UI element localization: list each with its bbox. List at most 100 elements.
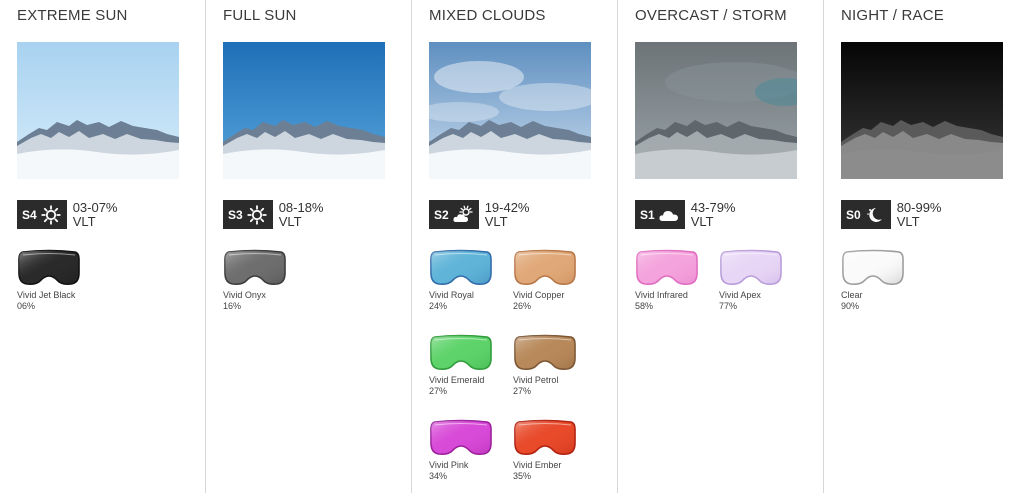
lens-vlt: 27% <box>429 386 448 396</box>
lens-image[interactable] <box>841 249 925 287</box>
lens-vlt: 06% <box>17 301 36 311</box>
category-title: MIXED CLOUDS <box>429 7 546 24</box>
lens-name[interactable]: Vivid Onyx <box>223 290 307 301</box>
lens-image[interactable] <box>429 249 513 287</box>
lens-item[interactable]: Vivid Petrol 27% <box>513 334 597 397</box>
lens-vlt: 27% <box>513 386 532 396</box>
lens-item[interactable]: Vivid Onyx 16% <box>223 249 307 312</box>
category-column: FULL SUN S3 08-18% VLT Vivid Onyx 16% <box>206 0 412 493</box>
lens-item[interactable]: Vivid Jet Black 06% <box>17 249 101 312</box>
category-code: S3 <box>228 207 243 222</box>
scene-image <box>635 42 797 179</box>
lens-image[interactable] <box>17 249 101 287</box>
category-rating: S0 80-99% VLT <box>841 200 1024 229</box>
lens-name[interactable]: Clear <box>841 290 925 301</box>
lens-image[interactable] <box>513 419 597 457</box>
lens-name[interactable]: Vivid Petrol <box>513 375 597 386</box>
category-code: S4 <box>22 207 37 222</box>
lens-list: Vivid Royal 24% Vivid Copper 26% Vivid Emera… <box>429 249 617 482</box>
category-column: EXTREME SUN S4 03-07% VLT Vivid Jet Black 06% <box>0 0 206 493</box>
lens-chart: EXTREME SUN S4 03-07% VLT Vivid Jet Black 06%… <box>0 0 1024 493</box>
lens-list: Vivid Onyx 16% <box>223 249 411 312</box>
lens-image[interactable] <box>513 249 597 287</box>
vlt-label: VLT <box>72 213 96 229</box>
category-column: OVERCAST / STORM S1 43-79% VLT Vivid Infrare… <box>618 0 824 493</box>
vlt-text: 80-99% VLT <box>896 199 942 229</box>
lens-vlt: 58% <box>635 301 654 311</box>
lens-name[interactable]: Vivid Royal <box>429 290 513 301</box>
lens-name[interactable]: Vivid Emerald <box>429 375 513 386</box>
lens-item[interactable]: Vivid Copper 26% <box>513 249 597 312</box>
vlt-range: 80-99% <box>896 199 942 215</box>
lens-item[interactable]: Vivid Emerald 27% <box>429 334 513 397</box>
lens-vlt: 16% <box>223 301 242 311</box>
category-rating: S1 43-79% VLT <box>635 200 823 229</box>
vlt-text: 08-18% VLT <box>278 199 324 229</box>
vlt-label: VLT <box>278 213 302 229</box>
category-column: NIGHT / RACE S0 80-99% VLT Clear 90% <box>824 0 1024 493</box>
category-title: NIGHT / RACE <box>841 7 944 24</box>
category-badge: S3 <box>223 200 273 229</box>
lens-item[interactable]: Vivid Apex 77% <box>719 249 803 312</box>
category-code: S0 <box>846 207 861 222</box>
category-column: MIXED CLOUDS S2 19-42% VLT Vivid Royal 24% Viv… <box>412 0 618 493</box>
lens-list: Vivid Jet Black 06% <box>17 249 205 312</box>
sun-icon <box>40 204 62 225</box>
lens-vlt: 35% <box>513 471 532 481</box>
lens-name[interactable]: Vivid Apex <box>719 290 803 301</box>
lens-image[interactable] <box>429 419 513 457</box>
category-badge: S0 <box>841 200 891 229</box>
cloud-icon <box>658 205 680 225</box>
vlt-range: 08-18% <box>278 199 324 215</box>
vlt-text: 19-42% VLT <box>484 199 530 229</box>
lens-name[interactable]: Vivid Ember <box>513 460 597 471</box>
vlt-range: 19-42% <box>484 199 530 215</box>
vlt-label: VLT <box>896 213 920 229</box>
category-title: FULL SUN <box>223 7 297 24</box>
lens-item[interactable]: Clear 90% <box>841 249 925 312</box>
lens-item[interactable]: Vivid Pink 34% <box>429 419 513 482</box>
lens-image[interactable] <box>513 334 597 372</box>
scene-image <box>223 42 385 179</box>
lens-item[interactable]: Vivid Royal 24% <box>429 249 513 312</box>
lens-name[interactable]: Vivid Pink <box>429 460 513 471</box>
category-code: S2 <box>434 207 449 222</box>
lens-item[interactable]: Vivid Ember 35% <box>513 419 597 482</box>
moon-icon <box>864 205 886 225</box>
vlt-range: 43-79% <box>690 199 736 215</box>
partly-cloudy-icon <box>452 205 474 225</box>
sun-icon <box>246 204 268 225</box>
lens-name[interactable]: Vivid Infrared <box>635 290 719 301</box>
lens-image[interactable] <box>429 334 513 372</box>
lens-vlt: 26% <box>513 301 532 311</box>
category-rating: S3 08-18% VLT <box>223 200 411 229</box>
category-title: EXTREME SUN <box>17 7 128 24</box>
category-code: S1 <box>640 207 655 222</box>
lens-image[interactable] <box>223 249 307 287</box>
vlt-range: 03-07% <box>72 199 118 215</box>
category-rating: S4 03-07% VLT <box>17 200 205 229</box>
lens-list: Clear 90% <box>841 249 1024 312</box>
category-badge: S4 <box>17 200 67 229</box>
category-badge: S1 <box>635 200 685 229</box>
lens-image[interactable] <box>719 249 803 287</box>
category-title: OVERCAST / STORM <box>635 7 787 24</box>
lens-list: Vivid Infrared 58% Vivid Apex 77% <box>635 249 823 312</box>
category-badge: S2 <box>429 200 479 229</box>
scene-image <box>17 42 179 179</box>
lens-item[interactable]: Vivid Infrared 58% <box>635 249 719 312</box>
scene-image <box>841 42 1003 179</box>
scene-image <box>429 42 591 179</box>
lens-image[interactable] <box>635 249 719 287</box>
lens-vlt: 77% <box>719 301 738 311</box>
vlt-text: 43-79% VLT <box>690 199 736 229</box>
category-rating: S2 19-42% VLT <box>429 200 617 229</box>
lens-name[interactable]: Vivid Copper <box>513 290 597 301</box>
vlt-text: 03-07% VLT <box>72 199 118 229</box>
lens-vlt: 90% <box>841 301 860 311</box>
vlt-label: VLT <box>690 213 714 229</box>
lens-vlt: 24% <box>429 301 448 311</box>
lens-name[interactable]: Vivid Jet Black <box>17 290 101 301</box>
lens-vlt: 34% <box>429 471 448 481</box>
vlt-label: VLT <box>484 213 508 229</box>
